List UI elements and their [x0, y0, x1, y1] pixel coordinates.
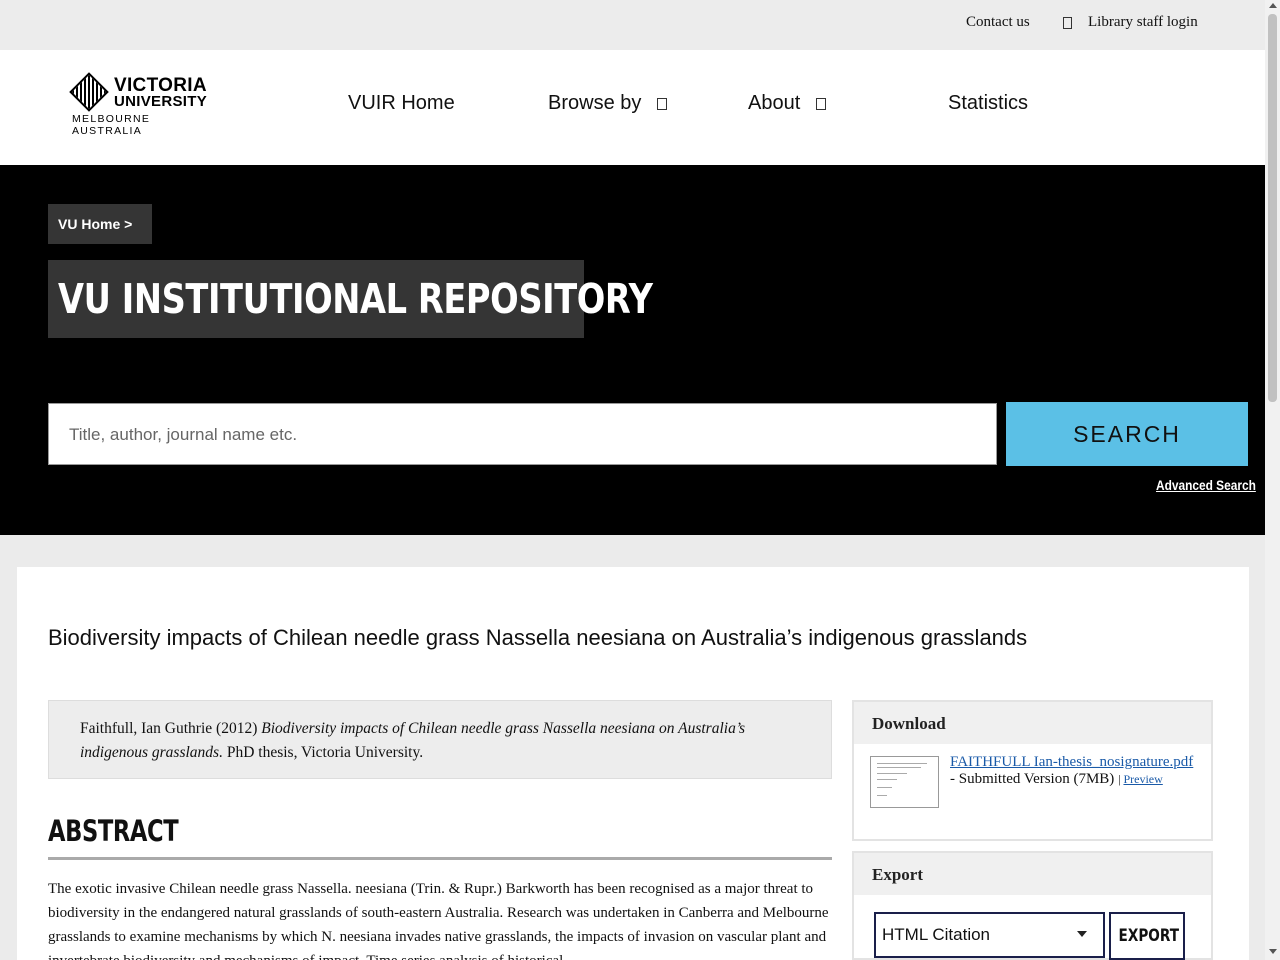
library-staff-login-link[interactable]: Library staff login	[1063, 14, 1198, 31]
export-format-value: HTML Citation	[882, 925, 991, 944]
site-header: VICTORIA UNIVERSITY MELBOURNE AUSTRALIA …	[0, 50, 1265, 165]
search-input[interactable]: Title, author, journal name etc.	[48, 403, 997, 465]
chevron-down-icon	[657, 97, 668, 110]
document-thumbnail[interactable]	[870, 756, 939, 808]
download-file-info: FAITHFULL Ian-thesis_nosignature.pdf - S…	[950, 754, 1202, 788]
nav-statistics[interactable]: Statistics	[948, 92, 1028, 115]
nav-label: VUIR Home	[348, 92, 455, 114]
page-scrollbar[interactable]	[1265, 0, 1280, 960]
utility-bar: Contact us Library staff login	[0, 0, 1265, 50]
advanced-search-link[interactable]: Advanced Search	[1156, 477, 1256, 493]
citation-tail: PhD thesis, Victoria University.	[222, 744, 424, 761]
abstract-heading: ABSTRACT	[48, 814, 179, 848]
staff-login-label: Library staff login	[1088, 14, 1198, 30]
breadcrumb-vu-home[interactable]: VU Home >	[48, 204, 152, 244]
lock-icon	[1063, 16, 1072, 29]
abstract-divider	[48, 857, 832, 860]
scroll-up-arrow-icon[interactable]	[1269, 3, 1277, 8]
download-file-link[interactable]: FAITHFULL Ian-thesis_nosignature.pdf	[950, 754, 1193, 770]
chevron-down-icon	[816, 97, 827, 110]
dropdown-caret-icon	[1077, 931, 1087, 937]
logo-line-2: UNIVERSITY	[114, 93, 208, 110]
export-format-select[interactable]: HTML Citation	[874, 912, 1105, 958]
contact-us-link[interactable]: Contact us	[966, 14, 1030, 31]
abstract-text: The exotic invasive Chilean needle grass…	[48, 881, 829, 960]
logo-line-3: MELBOURNE AUSTRALIA	[72, 113, 151, 137]
item-title: Biodiversity impacts of Chilean needle g…	[48, 625, 1028, 650]
page-title-text: VU INSTITUTIONAL REPOSITORY	[58, 275, 653, 323]
export-panel: Export HTML Citation EXPORT	[852, 851, 1213, 960]
victoria-university-logo[interactable]: VICTORIA UNIVERSITY MELBOURNE AUSTRALIA	[69, 72, 217, 137]
nav-label: Statistics	[948, 92, 1029, 114]
citation-box: Faithfull, Ian Guthrie (2012) Biodiversi…	[48, 700, 832, 779]
logo-diamond-icon	[69, 72, 109, 112]
page-title: VU INSTITUTIONAL REPOSITORY	[48, 260, 653, 338]
scroll-down-arrow-icon[interactable]	[1269, 949, 1277, 954]
preview-link[interactable]: Preview	[1123, 772, 1162, 786]
download-panel: Download FAITHFULL Ian-thesis_nosignatur…	[852, 700, 1213, 841]
nav-label: About	[748, 92, 801, 114]
file-version: - Submitted Version (7MB)	[950, 771, 1119, 787]
export-button[interactable]: EXPORT	[1109, 912, 1185, 960]
citation-authors: Faithfull, Ian Guthrie (2012)	[80, 720, 262, 737]
hero-banner: VU Home > VU INSTITUTIONAL REPOSITORY Ti…	[0, 165, 1265, 535]
export-button-label: EXPORT	[1118, 926, 1180, 946]
search-button[interactable]: SEARCH	[1006, 402, 1248, 466]
nav-label: Browse by	[548, 92, 642, 114]
nav-browse-by[interactable]: Browse by	[548, 92, 668, 115]
nav-vuir-home[interactable]: VUIR Home	[348, 92, 455, 115]
scrollbar-thumb[interactable]	[1268, 14, 1277, 402]
nav-about[interactable]: About	[748, 92, 827, 115]
export-heading: Export	[854, 853, 1211, 895]
download-heading: Download	[854, 702, 1211, 744]
